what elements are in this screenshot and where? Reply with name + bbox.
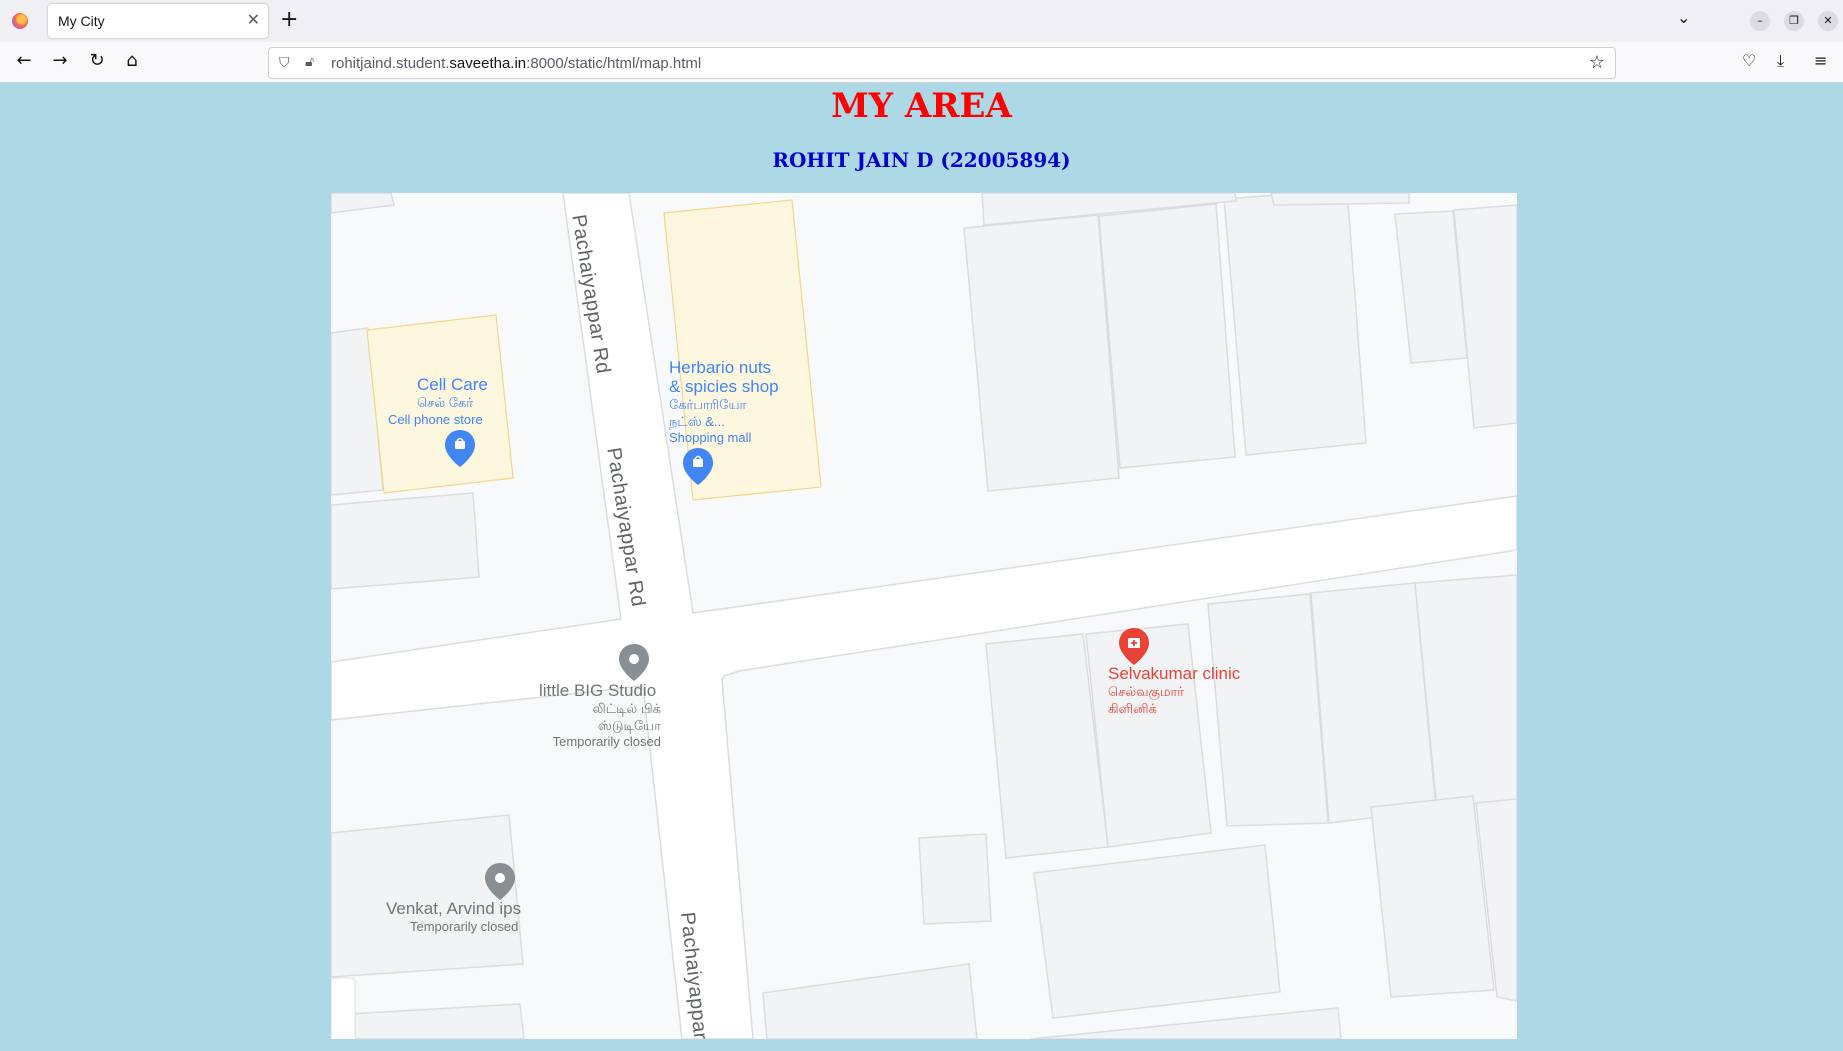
- map-building: [331, 1003, 525, 1039]
- place-native-little-big-studio-line2: ஸ்டுடியோ: [597, 718, 661, 733]
- map-building: [918, 833, 992, 925]
- tab-close-icon[interactable]: ✕: [247, 10, 260, 29]
- menu-icon[interactable]: ≡: [1814, 51, 1827, 70]
- minimize-icon[interactable]: –: [1750, 11, 1770, 31]
- map-building: [1270, 193, 1410, 206]
- home-icon[interactable]: ⌂: [120, 50, 144, 71]
- firefox-logo-icon: [12, 13, 28, 29]
- place-status-little-big-studio: Temporarily closed: [552, 734, 661, 749]
- reload-icon[interactable]: ↻: [85, 50, 109, 71]
- map-building: [1033, 844, 1281, 1019]
- place-name-little-big-studio[interactable]: little BIG Studio: [539, 682, 656, 700]
- browser-tab[interactable]: My City ✕: [48, 4, 268, 38]
- map-building: [1453, 204, 1517, 429]
- url-host-prefix: rohitjaind.student.: [331, 55, 450, 72]
- url-path: :8000/static/html/map.html: [526, 55, 702, 72]
- url-host-domain: saveetha.in: [449, 55, 527, 72]
- map-building: [331, 193, 395, 214]
- browser-tab-bar: My City ✕ + ⌄ – ❐ ✕: [0, 0, 1843, 42]
- place-native-herbario-line2: நட்ஸ் &...: [669, 414, 725, 429]
- downloads-icon[interactable]: ⤓: [1777, 51, 1784, 71]
- map-building: [1223, 193, 1367, 456]
- map-building: [331, 814, 524, 978]
- restore-icon[interactable]: ❐: [1784, 11, 1804, 31]
- place-native-selvakumar-clinic-line2: கிளினிக்: [1108, 701, 1157, 716]
- place-native-herbario: கேர்பாரியோ: [669, 397, 747, 412]
- place-name-herbario-line2[interactable]: & spicies shop: [669, 378, 779, 396]
- place-name-selvakumar-clinic[interactable]: Selvakumar clinic: [1108, 665, 1240, 683]
- navigation-toolbar: ← → ↻ ⌂ ⛉ 🔓︎ rohitjaind.student.saveetha…: [0, 42, 1843, 83]
- close-window-icon[interactable]: ✕: [1818, 11, 1838, 31]
- place-native-little-big-studio: லிட்டில் பிக்: [592, 701, 661, 716]
- map-building: [963, 214, 1120, 492]
- place-name-venkat-arvind[interactable]: Venkat, Arvind ips: [386, 900, 521, 918]
- bookmark-star-icon[interactable]: ☆: [1589, 52, 1605, 73]
- page-subtitle: ROHIT JAIN D (22005894): [772, 148, 1071, 172]
- place-status-venkat-arvind: Temporarily closed: [410, 919, 519, 934]
- map-control: [331, 977, 356, 1039]
- pocket-icon[interactable]: ♡: [1742, 51, 1756, 70]
- embedded-map[interactable]: Pachaiyappar Rd Pachaiyappar Rd Pachaiya…: [331, 193, 1517, 1039]
- place-name-herbario[interactable]: Herbario nuts: [669, 359, 771, 377]
- back-icon[interactable]: ←: [12, 50, 36, 71]
- place-name-cell-care[interactable]: Cell Care: [417, 376, 488, 394]
- shield-icon[interactable]: ⛉: [279, 55, 290, 71]
- list-all-tabs-icon[interactable]: ⌄: [1677, 8, 1690, 27]
- map-building: [1085, 623, 1212, 848]
- map-building: [1310, 582, 1437, 824]
- new-tab-icon[interactable]: +: [280, 7, 298, 32]
- map-building: [1098, 203, 1236, 469]
- place-category-herbario: Shopping mall: [669, 430, 752, 445]
- map-building: [1370, 795, 1495, 998]
- map-building: [331, 492, 480, 590]
- place-category-cell-care: Cell phone store: [388, 412, 483, 427]
- url-text[interactable]: rohitjaind.student.saveetha.in:8000/stat…: [331, 55, 701, 72]
- forward-icon[interactable]: →: [48, 50, 72, 71]
- place-native-selvakumar-clinic: செல்வகுமார்: [1108, 684, 1185, 699]
- page-title: MY AREA: [831, 86, 1012, 126]
- url-bar[interactable]: ⛉ 🔓︎ rohitjaind.student.saveetha.in:8000…: [268, 47, 1616, 79]
- insecure-lock-icon[interactable]: 🔓︎: [305, 54, 314, 70]
- place-native-cell-care: செல் கேர்: [417, 395, 474, 410]
- map-building: [1207, 593, 1329, 827]
- map-building: [762, 963, 978, 1039]
- tab-title: My City: [58, 13, 105, 29]
